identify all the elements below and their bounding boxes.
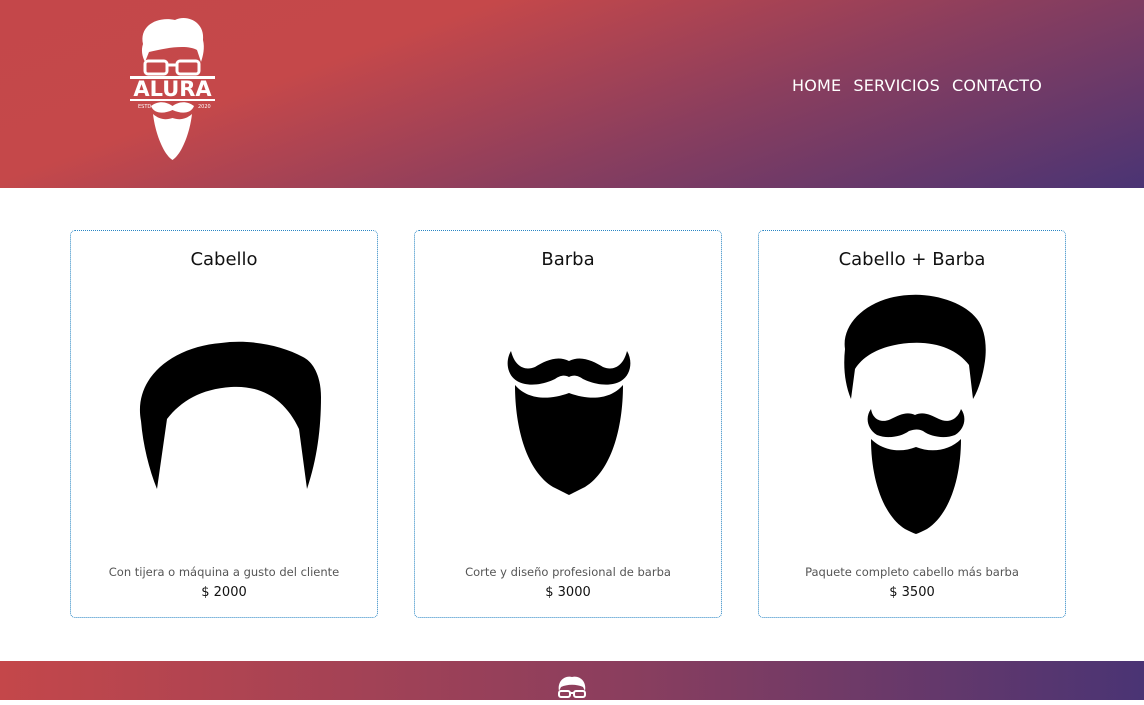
service-price: $ 3000 xyxy=(545,585,591,600)
site-header: ALURA ESTD 2020 HOME SERVICIOS CONTACTO xyxy=(0,0,1144,188)
footer-logo-icon xyxy=(555,676,589,703)
site-footer xyxy=(0,661,1144,703)
svg-text:ALURA: ALURA xyxy=(133,77,212,101)
service-card-cabello-barba: Cabello + Barba Paquete completo cabello… xyxy=(758,230,1066,618)
svg-text:2020: 2020 xyxy=(198,104,211,110)
main-nav: HOME SERVICIOS CONTACTO xyxy=(792,76,1042,95)
service-card-barba: Barba Corte y diseño profesional de barb… xyxy=(414,230,722,618)
service-description: Corte y diseño profesional de barba xyxy=(465,565,671,579)
hair-icon xyxy=(139,341,321,489)
service-price: $ 2000 xyxy=(201,585,247,600)
service-card-cabello: Cabello Con tijera o máquina a gusto del… xyxy=(70,230,378,618)
alura-logo[interactable]: ALURA ESTD 2020 xyxy=(125,14,220,164)
svg-text:ESTD: ESTD xyxy=(138,104,151,110)
service-title: Cabello xyxy=(190,249,258,270)
nav-servicios-link[interactable]: SERVICIOS xyxy=(853,76,940,95)
service-description: Con tijera o máquina a gusto del cliente xyxy=(108,565,340,579)
service-price: $ 3500 xyxy=(889,585,935,600)
service-title: Barba xyxy=(541,249,595,270)
nav-contacto-link[interactable]: CONTACTO xyxy=(952,76,1042,95)
beard-icon xyxy=(507,351,631,495)
nav-home-link[interactable]: HOME xyxy=(792,76,841,95)
service-description: Paquete completo cabello más barba xyxy=(805,565,1019,579)
hair-and-beard-icon xyxy=(844,294,986,534)
service-title: Cabello + Barba xyxy=(838,249,986,270)
